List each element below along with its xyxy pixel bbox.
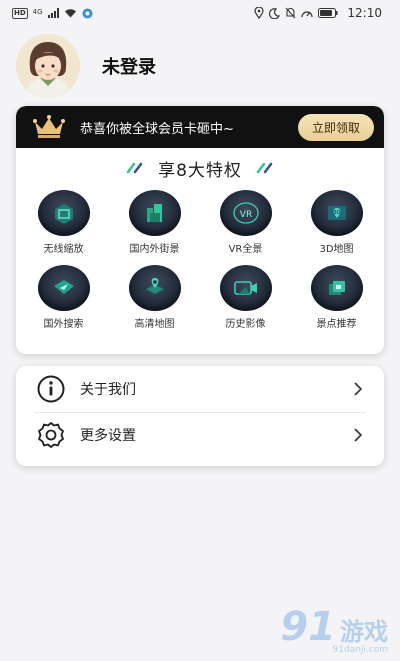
hd-badge: HD — [12, 7, 28, 19]
3d-map-icon: 3D — [310, 190, 363, 236]
feature-street-view[interactable]: 国内外街景 — [109, 190, 200, 255]
member-banner: 恭喜你被全球会员卡砸中~ 立即领取 — [16, 106, 384, 148]
feature-label: 高清地图 — [134, 319, 175, 330]
feature-label: 国内外街景 — [129, 244, 180, 255]
moon-icon — [269, 7, 281, 19]
feature-label: 国外搜索 — [43, 319, 84, 330]
watermark-url: 91danji.com — [332, 645, 388, 655]
search-abroad-icon — [37, 265, 90, 311]
feature-label: 景点推荐 — [316, 319, 357, 330]
feature-hd-map[interactable]: 高清地图 — [109, 265, 200, 330]
menu-item-settings[interactable]: 更多设置 — [16, 412, 384, 458]
feature-attraction[interactable]: 景点推荐 — [291, 265, 382, 330]
location-icon — [254, 7, 265, 19]
mute-icon — [285, 7, 296, 19]
member-card: 恭喜你被全球会员卡砸中~ 立即领取 享8大特权 无线缩放 国内外街景 VR VR… — [16, 106, 384, 354]
signal-icon — [47, 8, 59, 18]
chevron-right-icon — [354, 428, 363, 442]
info-icon — [37, 375, 65, 403]
battery-icon — [318, 8, 338, 18]
feature-label: 无线缩放 — [43, 244, 84, 255]
privilege-title-text: 享8大特权 — [158, 160, 242, 181]
wifi-icon — [64, 9, 76, 18]
avatar[interactable] — [16, 34, 80, 98]
menu-card: 关于我们 更多设置 — [16, 366, 384, 466]
profile-header[interactable]: 未登录 — [0, 26, 400, 106]
login-status-label[interactable]: 未登录 — [102, 53, 156, 79]
feature-zoom[interactable]: 无线缩放 — [18, 190, 109, 255]
street-view-icon — [128, 190, 181, 236]
feature-search-abroad[interactable]: 国外搜索 — [18, 265, 109, 330]
feature-3d-map[interactable]: 3D 3D地图 — [291, 190, 382, 255]
crown-icon — [33, 115, 65, 138]
feature-label: 3D地图 — [319, 244, 354, 255]
history-image-icon — [219, 265, 272, 311]
avatar-girl-icon — [16, 34, 80, 98]
member-promo-text: 恭喜你被全球会员卡砸中~ — [80, 121, 234, 137]
feature-label: 历史影像 — [225, 319, 266, 330]
feature-vr[interactable]: VR VR全景 — [200, 190, 291, 255]
watermark: 91 游戏 91danji.com — [280, 607, 388, 655]
decoration-right-icon — [256, 162, 273, 174]
svg-text:3D: 3D — [333, 210, 340, 216]
vr-icon: VR — [219, 190, 272, 236]
privilege-title: 享8大特权 — [16, 148, 384, 188]
watermark-number: 91 — [280, 604, 336, 650]
zoom-icon — [37, 190, 90, 236]
decoration-left-icon — [126, 162, 143, 174]
speedometer-icon — [301, 10, 314, 17]
network-type: 4G — [32, 7, 43, 16]
chevron-right-icon — [354, 382, 363, 396]
feature-grid: 无线缩放 国内外街景 VR VR全景 3D 3D地图 国外搜索 高清地图 历史影… — [16, 188, 384, 330]
status-bar: HD 4G 12:10 — [0, 0, 400, 26]
feature-history-image[interactable]: 历史影像 — [200, 265, 291, 330]
svg-text:VR: VR — [239, 210, 251, 220]
clock: 12:10 — [347, 6, 382, 20]
claim-button[interactable]: 立即领取 — [297, 113, 374, 141]
attraction-icon — [310, 265, 363, 311]
about-label: 关于我们 — [80, 382, 136, 398]
menu-item-about[interactable]: 关于我们 — [16, 366, 384, 412]
app-notification-icon — [82, 8, 93, 18]
feature-label: VR全景 — [228, 244, 263, 255]
hd-map-icon — [128, 265, 181, 311]
gear-icon — [38, 422, 64, 448]
watermark-text: 游戏 — [340, 618, 388, 646]
settings-label: 更多设置 — [80, 428, 136, 444]
